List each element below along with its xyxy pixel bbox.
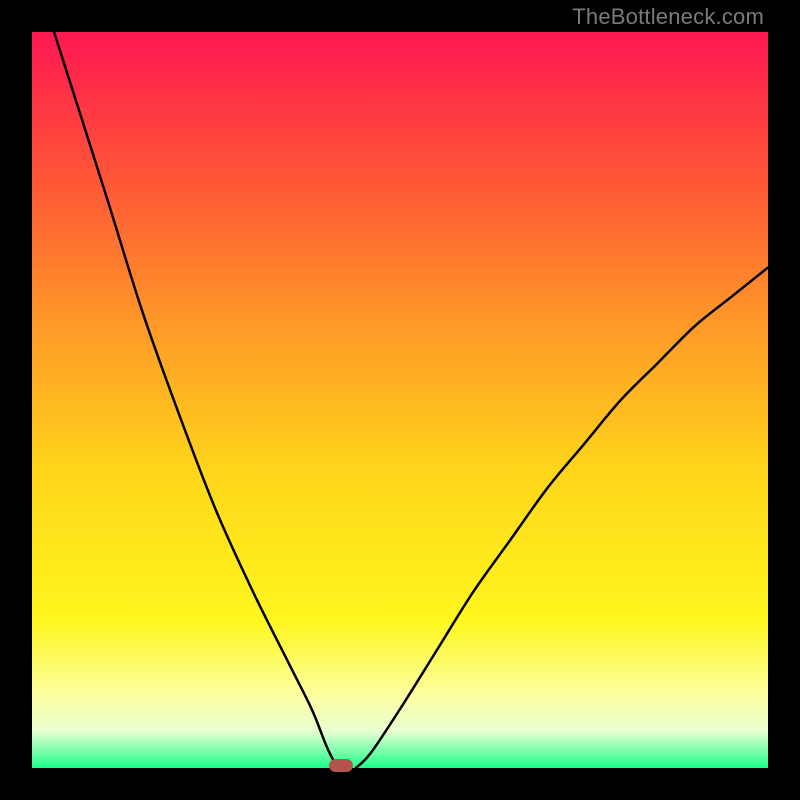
curve-path: [54, 32, 768, 768]
minimum-marker: [329, 759, 353, 772]
watermark-text: TheBottleneck.com: [572, 4, 764, 30]
chart-frame: [32, 32, 768, 768]
bottleneck-curve: [32, 32, 768, 768]
